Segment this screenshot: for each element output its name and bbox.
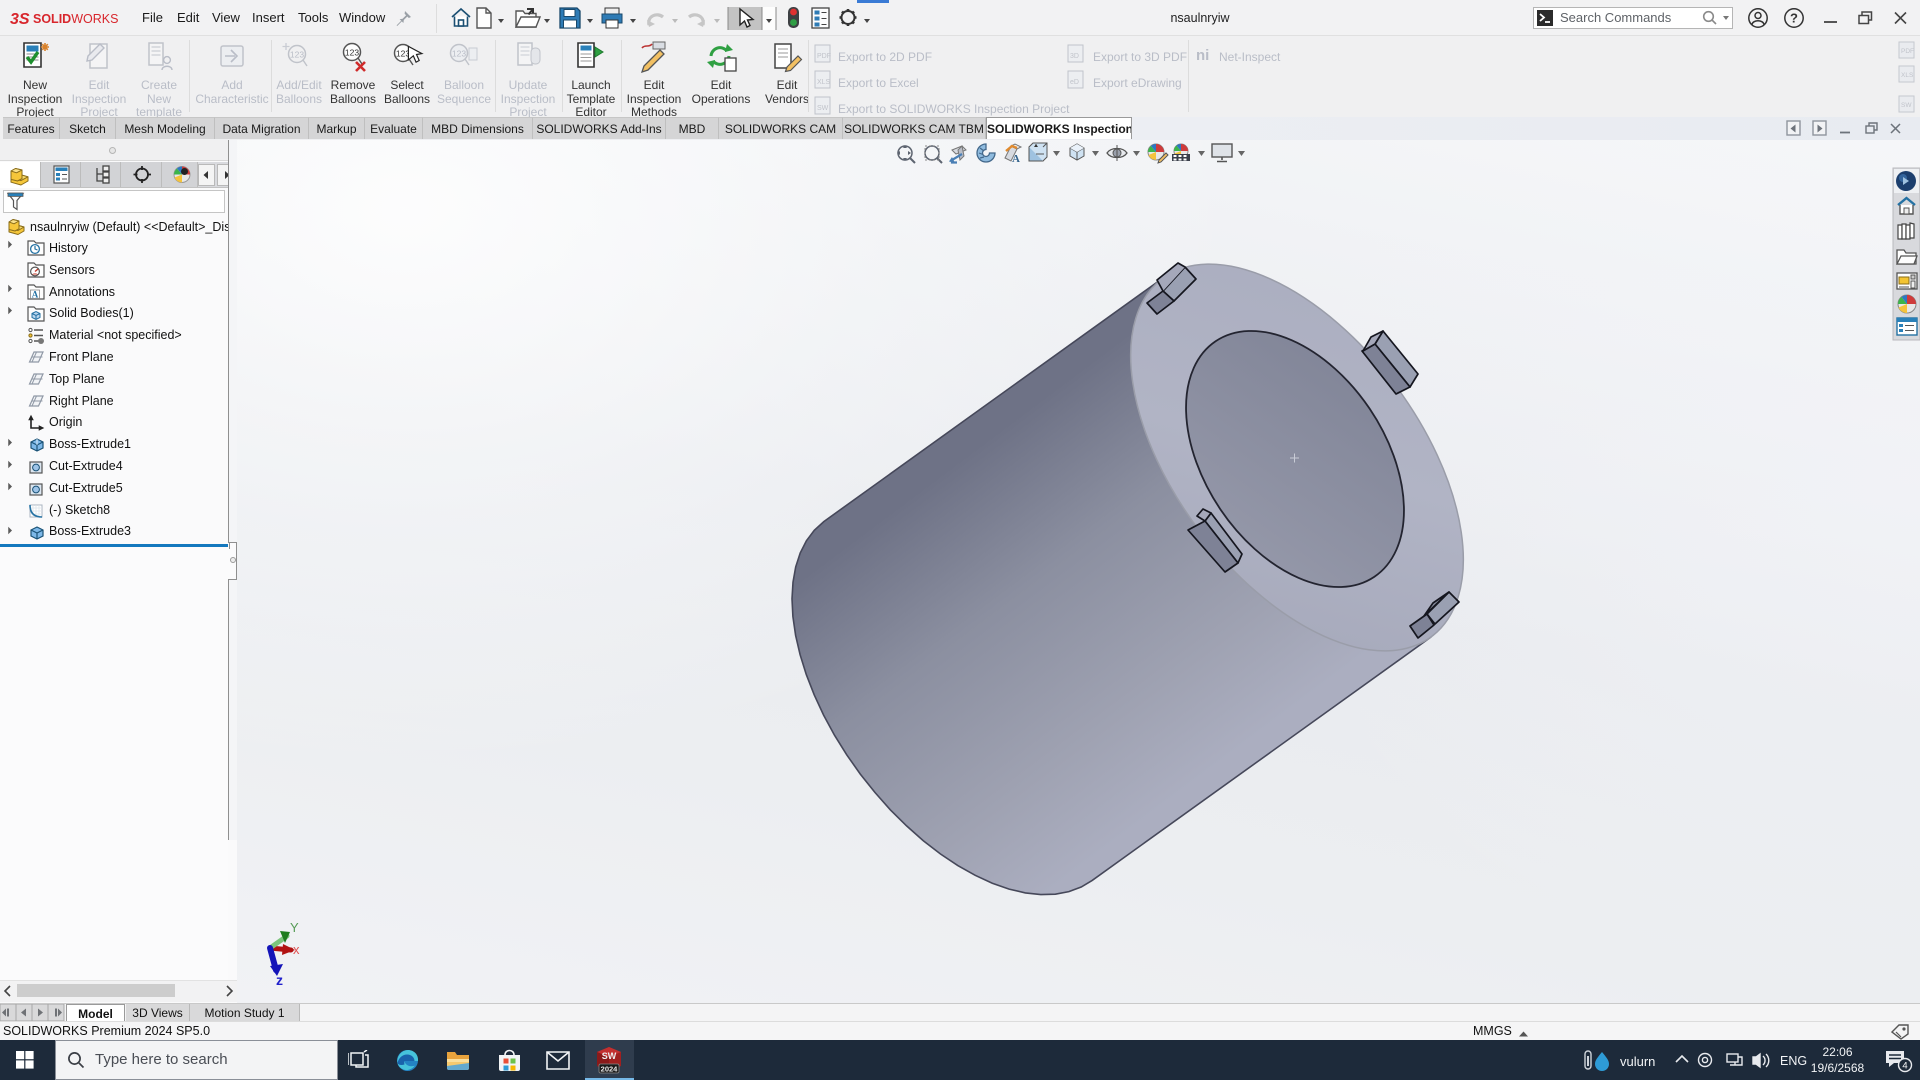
svg-text:4: 4 <box>1902 1061 1907 1072</box>
svg-text:z: z <box>276 972 283 988</box>
svg-text:x: x <box>293 942 300 957</box>
svg-text:2024: 2024 <box>601 1065 619 1074</box>
svg-text:A: A <box>1012 153 1020 165</box>
svg-text:SW: SW <box>602 1051 617 1061</box>
svg-text:vulurn: vulurn <box>1620 1054 1655 1069</box>
svg-text:Y: Y <box>290 920 299 935</box>
